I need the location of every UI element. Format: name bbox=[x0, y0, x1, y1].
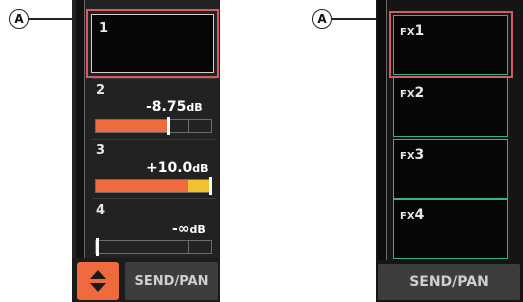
fx-slot-3[interactable]: FX3 bbox=[393, 139, 508, 199]
channel-1-number: 1 bbox=[99, 21, 109, 36]
channel-2-level-value: -8.75 bbox=[146, 99, 187, 115]
channel-2-level-unit: dB bbox=[186, 101, 203, 114]
channel-scrollbar-rail[interactable] bbox=[76, 0, 85, 258]
fx-slot-4[interactable]: FX4 bbox=[393, 199, 508, 259]
fx-slot-2-label: FX2 bbox=[400, 82, 424, 101]
channel-4-level-meter bbox=[95, 238, 212, 256]
channel-2-number: 2 bbox=[96, 83, 106, 98]
meter-segment-divider bbox=[188, 120, 189, 132]
channel-1-box bbox=[91, 14, 214, 73]
channel-4-level: -∞dB bbox=[172, 222, 206, 237]
channel-2-level-meter bbox=[95, 117, 212, 135]
fx-slot-3-prefix: FX bbox=[400, 151, 415, 162]
channel-3-level-unit: dB bbox=[192, 162, 209, 175]
channel-4-level-unit: dB bbox=[189, 223, 206, 236]
fx-slot-2[interactable]: FX2 bbox=[393, 77, 508, 137]
meter-segment-divider bbox=[188, 241, 189, 253]
fx-scrollbar-rail[interactable] bbox=[378, 0, 387, 260]
fx-slot-4-label: FX4 bbox=[400, 204, 424, 223]
channel-3-meter-fill bbox=[96, 180, 188, 192]
fx-slot-1-selection bbox=[389, 11, 513, 78]
callout-a-left: A bbox=[9, 9, 29, 29]
channel-3-level: +10.0dB bbox=[146, 161, 209, 176]
fx-slot-4-prefix: FX bbox=[400, 211, 415, 222]
channel-4-level-value: -∞ bbox=[172, 221, 190, 237]
send-pan-button-right[interactable]: SEND/PAN bbox=[378, 264, 520, 300]
channel-4-level-cursor[interactable] bbox=[96, 238, 99, 256]
channel-2-meter-fill bbox=[96, 120, 169, 132]
channel-3-level-meter bbox=[95, 177, 212, 195]
channel-2-level-cursor[interactable] bbox=[167, 117, 170, 135]
channel-2-level: -8.75dB bbox=[146, 100, 203, 115]
fx-slot-3-number: 3 bbox=[414, 147, 425, 163]
fx-slot-4-number: 4 bbox=[414, 207, 425, 223]
channel-3-number: 3 bbox=[96, 143, 106, 158]
send-pan-button-left[interactable]: SEND/PAN bbox=[125, 262, 218, 300]
arrow-up-icon bbox=[90, 270, 106, 279]
fx-slot-3-label: FX3 bbox=[400, 144, 424, 163]
fx-slot-2-prefix: FX bbox=[400, 89, 415, 100]
channel-scroll-button[interactable] bbox=[77, 262, 119, 300]
channel-1-selected[interactable] bbox=[86, 9, 219, 78]
arrow-down-icon bbox=[90, 283, 106, 292]
channel-3-meter-peak-fill bbox=[188, 180, 210, 192]
channel-4-number: 4 bbox=[96, 203, 106, 218]
channel-3-level-cursor[interactable] bbox=[209, 177, 212, 195]
callout-a-right: A bbox=[312, 9, 332, 29]
fx-slot-2-number: 2 bbox=[414, 85, 425, 101]
channel-3-level-value: +10.0 bbox=[146, 160, 193, 176]
